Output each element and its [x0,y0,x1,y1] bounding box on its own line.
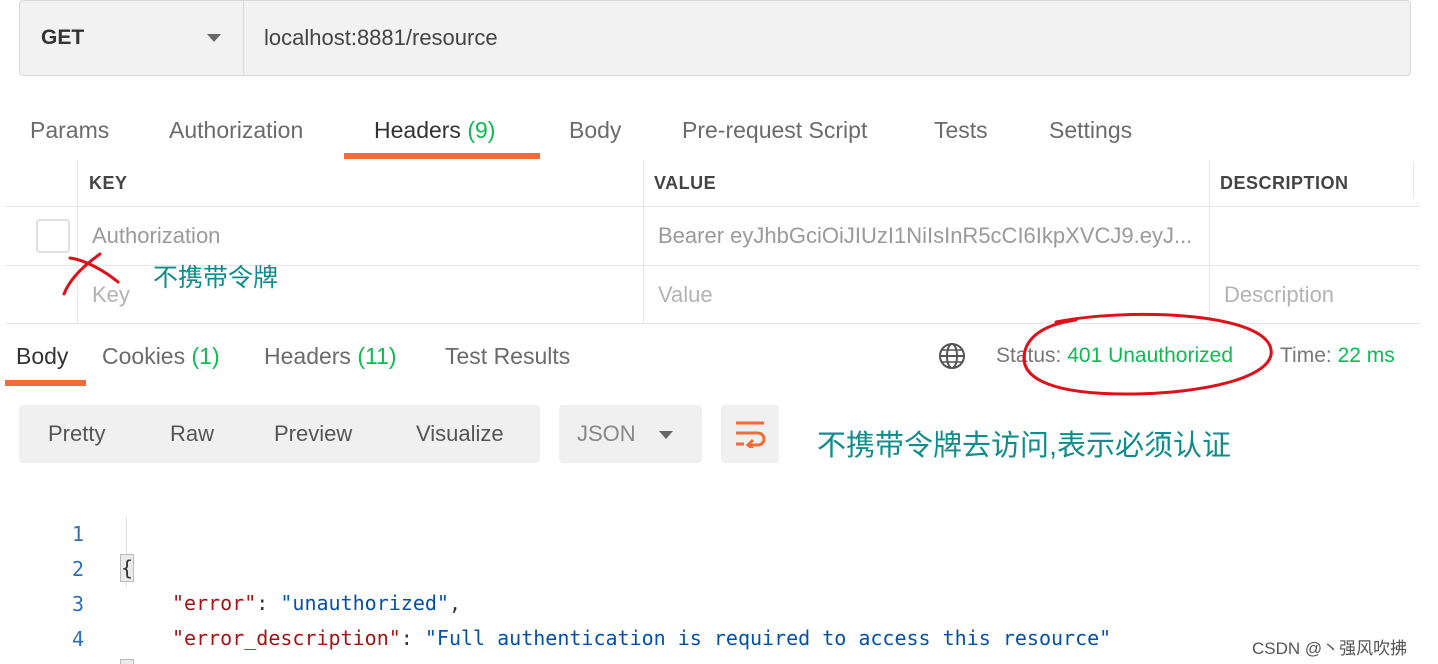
wrap-lines-icon [736,421,766,448]
column-header-description: DESCRIPTION [1220,172,1349,193]
cross-mark-icon [62,252,120,296]
response-view-group: Pretty Raw Preview Visualize [19,405,540,463]
chevron-down-icon [207,34,221,42]
tab-label: Tests [934,117,988,143]
header-value-cell[interactable]: Bearer eyJhbGciOiJIUzI1NiIsInR5cCI6IkpXV… [658,207,1206,265]
column-header-value: VALUE [654,172,717,193]
row-checkbox[interactable] [36,219,70,253]
tab-tests[interactable]: Tests [934,108,988,160]
chevron-down-icon [659,431,673,439]
time-value: 22 ms [1337,344,1395,367]
code-line: 1 { [0,483,1300,582]
response-tab-cookies[interactable]: Cookies (1) [102,340,220,372]
tab-label: Params [30,117,110,143]
response-tab-headers[interactable]: Headers (11) [264,340,397,372]
json-colon: : [400,626,425,650]
tab-pre-request-script[interactable]: Pre-request Script [682,108,867,160]
response-tab-body[interactable]: Body [16,340,68,372]
column-header-key: KEY [89,172,128,193]
request-tabs: Params Authorization Headers (9) Body Pr… [0,108,1200,160]
header-key-cell[interactable]: Authorization [92,207,642,265]
request-bar: GET localhost:8881/resource [19,0,1411,76]
watermark: CSDN @丶强风吹拂 [1252,639,1408,658]
column-divider [643,160,644,324]
tab-label: Settings [1049,117,1133,143]
active-response-tab-indicator [5,380,86,386]
column-divider [1413,162,1414,198]
tab-count: (9) [467,117,496,143]
tab-count: (1) [191,343,220,369]
time-label: Time: [1280,344,1332,367]
code-line: 2 "error": "unauthorized", [0,518,1300,615]
code-line: 3 "error_description": "Full authenticat… [0,553,1300,650]
header-description-cell[interactable] [1224,207,1414,265]
json-key: "error_description" [172,626,401,650]
view-visualize-button[interactable]: Visualize [416,405,504,463]
tab-label: Cookies [102,343,186,369]
line-number: 4 [71,627,84,651]
globe-icon[interactable] [938,342,966,370]
tab-label: Authorization [169,117,304,143]
tab-count: (11) [357,343,397,369]
tab-label: Body [569,117,622,143]
format-select[interactable]: JSON [559,405,702,463]
tab-label: Headers [264,343,351,369]
table-header-row: KEY VALUE DESCRIPTION [5,160,1420,207]
code-content: "error_description": "Full authenticatio… [172,621,1111,655]
wrap-lines-button[interactable] [721,405,779,463]
tab-label: Body [16,343,69,369]
tab-settings[interactable]: Settings [1049,108,1132,160]
code-line: 4 } [0,588,1300,664]
tab-params[interactable]: Params [30,108,109,160]
method-select[interactable]: GET [20,1,244,75]
active-tab-indicator [344,153,540,159]
tab-authorization[interactable]: Authorization [169,108,303,160]
response-tab-test-results[interactable]: Test Results [445,340,570,372]
url-text: localhost:8881/resource [264,25,498,50]
json-value: "Full authentication is required to acce… [424,626,1112,650]
tab-label: Test Results [445,343,571,369]
code-content: } [120,656,135,664]
url-input[interactable]: localhost:8881/resource [244,1,1410,75]
format-label: JSON [577,421,636,446]
tab-label: Headers [374,117,461,143]
tab-body[interactable]: Body [569,108,621,160]
response-time: Time: 22 ms [1280,340,1395,372]
annotation-explain: 不携带令牌去访问,表示必须认证 [817,430,1232,462]
close-brace: } [120,659,135,664]
view-preview-button[interactable]: Preview [274,405,352,463]
status-highlight-circle [1022,312,1273,396]
method-label: GET [41,26,85,49]
view-raw-button[interactable]: Raw [170,405,214,463]
view-pretty-button[interactable]: Pretty [48,405,105,463]
annotation-no-token: 不携带令牌 [153,264,279,292]
column-divider [1209,160,1210,324]
tab-label: Pre-request Script [682,117,868,143]
headers-table: KEY VALUE DESCRIPTION Authorization Bear… [5,160,1420,324]
